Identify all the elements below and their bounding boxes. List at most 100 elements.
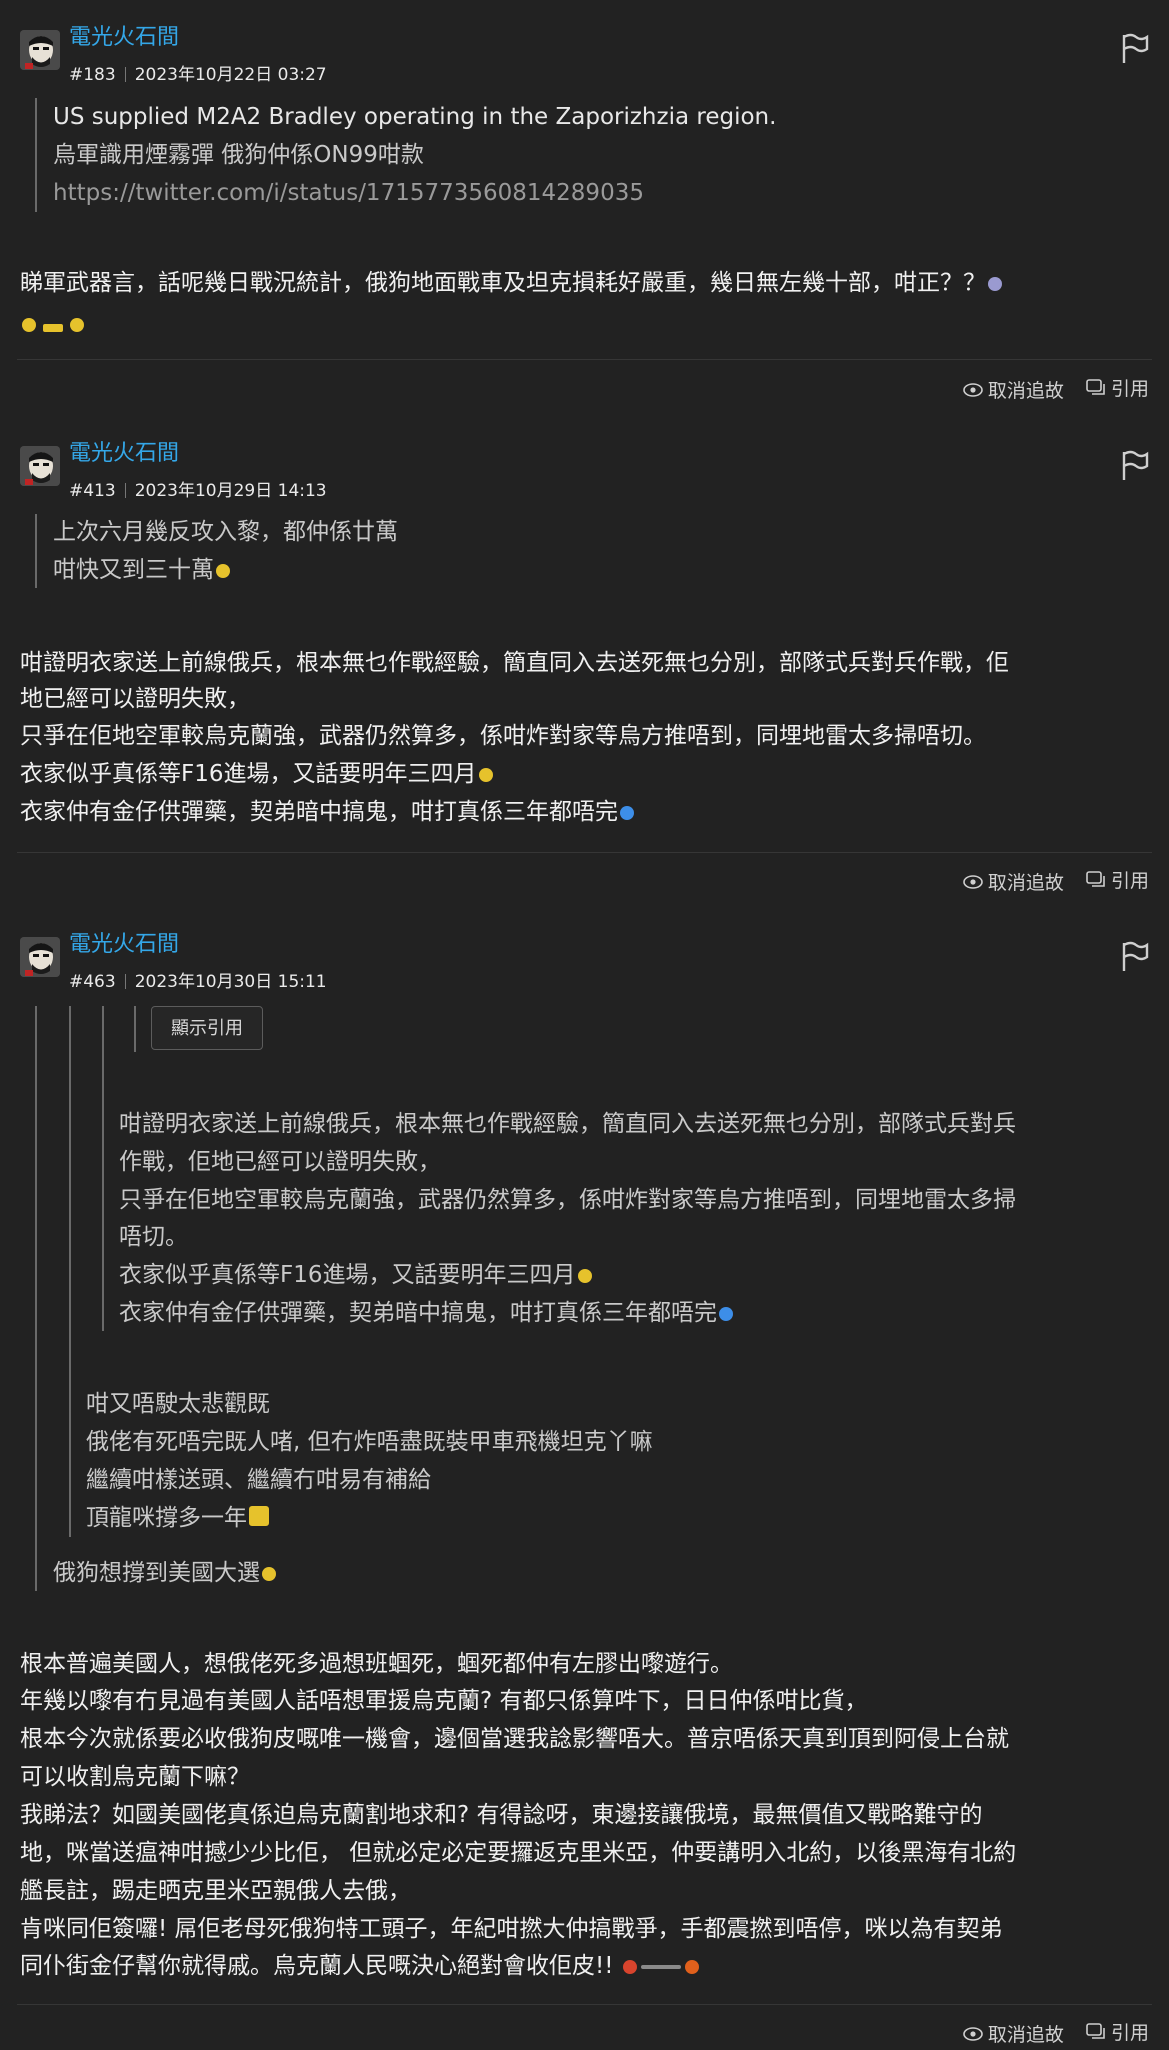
missile-emoji-icon xyxy=(641,1965,682,1969)
mid-quote-bar xyxy=(69,1006,71,1537)
post-body-line: 同仆街金仔幫你就得戚。烏克蘭人民嘅決心絕對會收佢皮!! xyxy=(20,1951,700,1981)
avatar[interactable] xyxy=(20,30,60,70)
post-body-line: 我睇法？如國美國佬真係迫烏克蘭割地求和? 有得諗呀，東邊接讓俄境，最無價值又戰略… xyxy=(20,1802,983,1828)
post-body-line: 艦長註，踢走晒克里米亞親俄人去俄， xyxy=(20,1878,411,1904)
unfollow-button[interactable]: 取消追故 xyxy=(963,868,1064,895)
post-number[interactable]: #183 xyxy=(69,65,116,85)
quote-button[interactable]: 引用 xyxy=(1086,2018,1149,2045)
nested-quote-text: 衣家似乎真係等F16進場，又話要明年三四月 xyxy=(119,1262,576,1288)
post-date: 2023年10月22日 03:27 xyxy=(134,65,327,85)
mid-quote-line: 頂龍咪撐多一年 xyxy=(86,1503,269,1533)
avatar-image xyxy=(20,30,60,70)
post-body-line: 咁證明衣家送上前線俄兵，根本無乜作戰經驗，簡直同入去送死無乜分別，部隊式兵對兵作… xyxy=(20,650,1009,676)
mid-quote-line: 俄佬有死唔完既人啫, 但冇炸唔盡既裝甲車飛機坦克丫嘛 xyxy=(86,1429,653,1455)
unfollow-button[interactable]: 取消追故 xyxy=(963,376,1064,403)
quote-label: 引用 xyxy=(1110,2022,1149,2044)
post-actions: 取消追故 引用 xyxy=(947,2018,1149,2047)
quote-text: 咁快又到三十萬 xyxy=(53,557,214,583)
post-body-line: 年幾以嚟有冇見過有美國人話唔想軍援烏克蘭? 有都只係算吽下，日日仲係咁比貨， xyxy=(20,1688,868,1714)
quote-line: US supplied M2A2 Bradley operating in th… xyxy=(53,104,777,130)
quote-icon xyxy=(1086,378,1105,395)
avatar-image xyxy=(20,446,60,486)
emoji-icon xyxy=(478,768,493,782)
eye-icon xyxy=(963,874,983,889)
unfollow-label: 取消追故 xyxy=(987,380,1064,402)
outer-quote-bar xyxy=(35,1006,37,1591)
quote-icon xyxy=(1086,870,1105,887)
quote-button[interactable]: 引用 xyxy=(1086,866,1149,893)
mid-quote-line: 繼續咁樣送頭、繼續冇咁易有補給 xyxy=(86,1467,431,1493)
post-actions: 取消追故 引用 xyxy=(947,866,1149,895)
username[interactable]: 電光火石間 xyxy=(69,435,179,467)
post-number[interactable]: #463 xyxy=(69,972,116,992)
nested-quote-text: 衣家仲有金仔供彈藥，契弟暗中搞鬼，咁打真係三年都唔完 xyxy=(119,1300,717,1326)
unfollow-label: 取消追故 xyxy=(987,872,1064,894)
unfollow-label: 取消追故 xyxy=(987,2024,1064,2046)
quote-line: 上次六月幾反攻入黎，都仲係廿萬 xyxy=(53,519,398,545)
post-body-text: 衣家仲有金仔供彈藥，契弟暗中搞鬼，咁打真係三年都唔完 xyxy=(20,799,618,825)
outer-quote-text: 俄狗想撐到美國大選 xyxy=(53,1560,260,1586)
unfollow-button[interactable]: 取消追故 xyxy=(963,2020,1064,2047)
emoji-row xyxy=(20,316,85,335)
quote-icon xyxy=(1086,2022,1105,2039)
quote-label: 引用 xyxy=(1110,378,1149,400)
smile-emoji-icon xyxy=(70,318,85,332)
post-body-line: 地已經可以證明失敗， xyxy=(20,686,250,712)
meta-separator xyxy=(124,483,126,498)
innermost-quote-bar xyxy=(134,1006,136,1052)
post-meta: #463 2023年10月30日 15:11 xyxy=(69,967,327,992)
meta-separator xyxy=(124,974,126,989)
post-number[interactable]: #413 xyxy=(69,481,116,501)
report-flag-icon[interactable] xyxy=(1120,33,1150,65)
mid-quote-line: 咁又唔駛太悲觀既 xyxy=(86,1391,270,1417)
nested-quote-line: 唔切。 xyxy=(119,1224,188,1250)
nested-quote-line: 咁證明衣家送上前線俄兵，根本無乜作戰經驗，簡直同入去送死無乜分別，部隊式兵對兵 xyxy=(119,1111,1016,1137)
eye-icon xyxy=(963,382,983,397)
post-date: 2023年10月29日 14:13 xyxy=(134,481,327,501)
post-body-line: 衣家似乎真係等F16進場，又話要明年三四月 xyxy=(20,759,493,789)
quote-bar xyxy=(35,98,37,212)
emoji-icon xyxy=(719,1307,733,1321)
post-date: 2023年10月30日 15:11 xyxy=(134,972,327,992)
emoji-icon xyxy=(249,1506,269,1526)
avatar[interactable] xyxy=(20,446,60,486)
quote-line: 咁快又到三十萬 xyxy=(53,555,230,585)
post-body-text: 同仆街金仔幫你就得戚。烏克蘭人民嘅決心絕對會收佢皮!! xyxy=(20,1953,614,1979)
inner-quote-bar xyxy=(102,1006,104,1331)
nested-quote-line: 只爭在佢地空軍較烏克蘭強，武器仍然算多，係咁炸對家等烏方推唔到，同埋地雷太多掃 xyxy=(119,1187,1016,1213)
smile-emoji-icon xyxy=(22,318,36,332)
glasses-emoji-icon xyxy=(43,324,64,332)
report-flag-icon[interactable] xyxy=(1120,450,1150,482)
report-flag-icon[interactable] xyxy=(1120,941,1150,973)
post-body-line: 肯咪同佢簽囉! 屌佢老母死俄狗特工頭子，年紀咁撚大仲搞戰爭，手都震撚到唔停，咪以… xyxy=(20,1916,1003,1942)
emoji-icon xyxy=(577,1269,592,1283)
post-meta: #413 2023年10月29日 14:13 xyxy=(69,476,327,501)
avatar-image xyxy=(20,937,60,977)
quote-button[interactable]: 引用 xyxy=(1086,374,1149,401)
emoji-icon xyxy=(216,564,230,578)
emoji-icon xyxy=(620,806,634,820)
avatar[interactable] xyxy=(20,937,60,977)
explosion-emoji-icon xyxy=(623,1960,638,1974)
username[interactable]: 電光火石間 xyxy=(69,926,179,958)
post-body-line: 地，咪當送瘟神咁撼少少比佢， 但就必定必定要攞返克里米亞，仲要講明入北約，以後黑… xyxy=(20,1840,1017,1866)
show-quote-button[interactable]: 顯示引用 xyxy=(151,1006,263,1050)
post-body-line: 衣家仲有金仔供彈藥，契弟暗中搞鬼，咁打真係三年都唔完 xyxy=(20,797,634,827)
username[interactable]: 電光火石間 xyxy=(69,19,179,51)
post-body-text: 睇軍武器言，話呢幾日戰況統計，俄狗地面戰車及坦克損耗好嚴重，幾日無左幾十部，咁正… xyxy=(20,270,986,296)
tweet-link[interactable]: https://twitter.com/i/status/17157735608… xyxy=(53,178,644,208)
meta-separator xyxy=(124,67,126,82)
post-body-line: 根本今次就係要必收俄狗皮嘅唯一機會，邊個當選我諗影響唔大。普京唔係天真到頂到阿侵… xyxy=(20,1726,1009,1752)
quote-label: 引用 xyxy=(1110,870,1149,892)
nested-quote-line: 衣家仲有金仔供彈藥，契弟暗中搞鬼，咁打真係三年都唔完 xyxy=(119,1298,733,1328)
emoji-icon xyxy=(988,277,1002,291)
post-body-line: 睇軍武器言，話呢幾日戰況統計，俄狗地面戰車及坦克損耗好嚴重，幾日無左幾十部，咁正… xyxy=(20,268,1002,298)
post-actions: 取消追故 引用 xyxy=(947,374,1149,403)
post-body-line: 可以收割烏克蘭下嘛？ xyxy=(20,1764,250,1790)
post-body-text: 衣家似乎真係等F16進場，又話要明年三四月 xyxy=(20,761,477,787)
divider xyxy=(17,2004,1152,2005)
post-meta: #183 2023年10月22日 03:27 xyxy=(69,60,327,85)
divider xyxy=(17,852,1152,853)
post-body-line: 根本普遍美國人，想俄佬死多過想班蝈死，蝈死都仲有左膠出嚟遊行。 xyxy=(20,1651,733,1677)
post-body-line: 只爭在佢地空軍較烏克蘭強，武器仍然算多，係咁炸對家等烏方推唔到，同埋地雷太多掃唔… xyxy=(20,723,986,749)
